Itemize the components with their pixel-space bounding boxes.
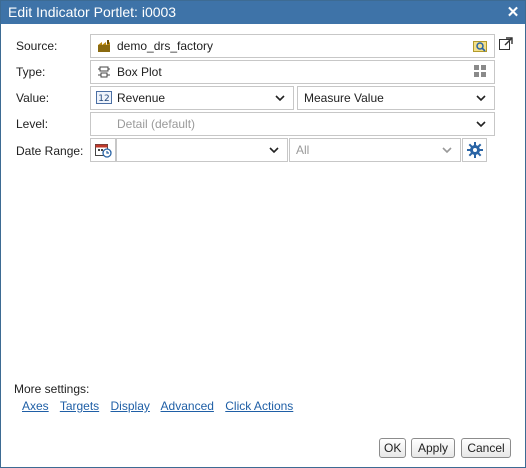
- factory-icon: [98, 40, 110, 52]
- dialog-title: Edit Indicator Portlet: i0003: [8, 4, 177, 20]
- box-plot-icon: [98, 66, 110, 78]
- number-measure-icon: 12: [96, 91, 112, 104]
- edit-indicator-dialog: Edit Indicator Portlet: i0003 ✕ Source: …: [0, 0, 526, 468]
- measure-type-select[interactable]: Measure Value: [297, 86, 495, 110]
- calendar-clock-icon: [95, 144, 112, 158]
- link-click-actions[interactable]: Click Actions: [225, 399, 293, 413]
- level-label: Level:: [16, 117, 49, 131]
- gear-icon: [467, 142, 483, 158]
- source-value: demo_drs_factory: [117, 39, 214, 53]
- chevron-down-icon: [269, 147, 279, 154]
- period-value: All: [296, 143, 310, 157]
- ok-button[interactable]: OK: [379, 438, 406, 458]
- source-label: Source:: [16, 39, 58, 53]
- link-targets[interactable]: Targets: [60, 399, 99, 413]
- open-external-icon[interactable]: [499, 37, 513, 51]
- dialog-titlebar[interactable]: Edit Indicator Portlet: i0003: [1, 1, 525, 24]
- type-field[interactable]: Box Plot: [90, 60, 495, 84]
- folder-search-icon[interactable]: [473, 39, 488, 53]
- chevron-down-icon: [476, 121, 486, 128]
- level-select[interactable]: Detail (default): [90, 112, 495, 136]
- svg-text:12: 12: [98, 94, 109, 104]
- measure-value: Revenue: [117, 91, 166, 105]
- calendar-button[interactable]: [90, 138, 116, 162]
- chevron-down-icon: [275, 95, 285, 102]
- period-select[interactable]: All: [289, 138, 461, 162]
- value-label: Value:: [16, 91, 50, 105]
- date-range-select[interactable]: [116, 138, 288, 162]
- link-advanced[interactable]: Advanced: [161, 399, 214, 413]
- close-icon[interactable]: ✕: [506, 1, 520, 24]
- chevron-down-icon: [476, 95, 486, 102]
- type-label: Type:: [16, 65, 46, 79]
- grid-icon[interactable]: [474, 65, 487, 78]
- measure-select[interactable]: 12 Revenue: [90, 86, 294, 110]
- level-value: Detail (default): [117, 117, 196, 131]
- date-settings-button[interactable]: [462, 138, 487, 162]
- more-settings-links: Axes Targets Display Advanced Click Acti…: [22, 399, 301, 413]
- more-settings-label: More settings:: [14, 382, 90, 396]
- link-axes[interactable]: Axes: [22, 399, 49, 413]
- cancel-button[interactable]: Cancel: [461, 438, 511, 458]
- type-value: Box Plot: [117, 65, 162, 79]
- source-field[interactable]: demo_drs_factory: [90, 34, 495, 58]
- apply-button[interactable]: Apply: [411, 438, 455, 458]
- measure-type-value: Measure Value: [304, 91, 384, 105]
- link-display[interactable]: Display: [111, 399, 150, 413]
- date-range-label: Date Range:: [16, 144, 84, 158]
- chevron-down-icon: [442, 147, 452, 154]
